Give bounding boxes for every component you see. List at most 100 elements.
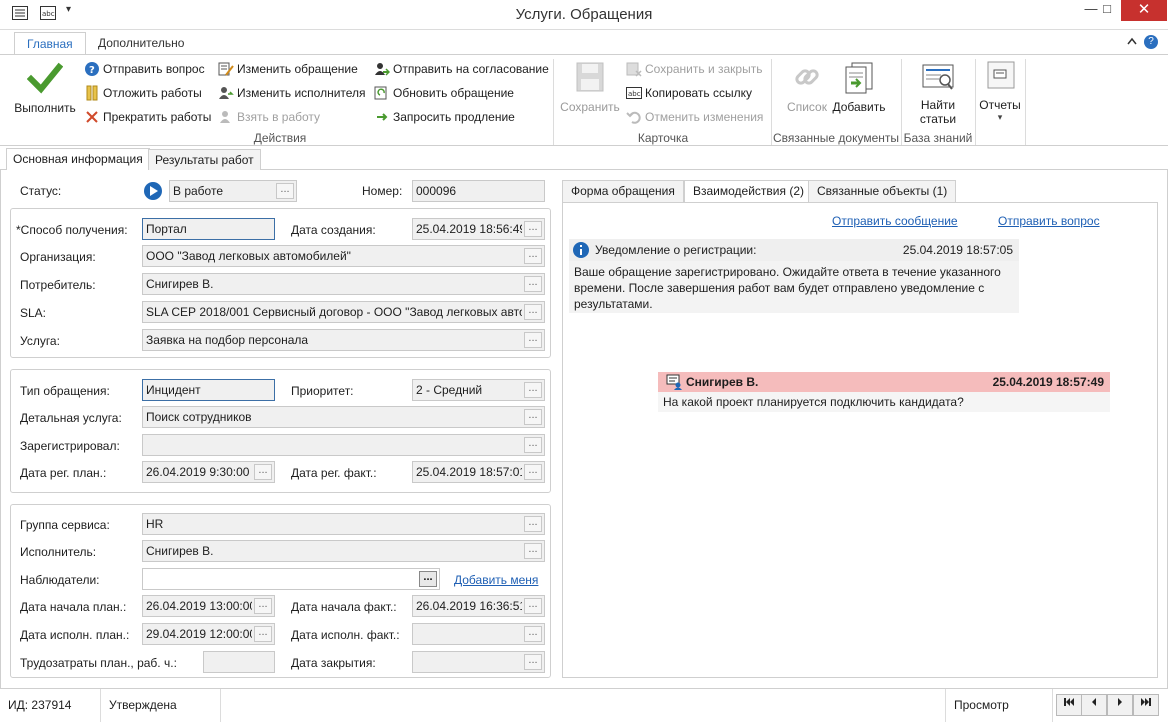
executor-select-button[interactable]: ... (524, 543, 542, 559)
consumer-field[interactable]: Снигирев В. ... (142, 273, 545, 295)
detail-service-select-button[interactable]: ... (524, 409, 542, 425)
exec-plan-field[interactable]: 29.04.2019 12:00:00 ... (142, 623, 275, 645)
send-approval-button[interactable]: Отправить на согласование (374, 59, 549, 79)
send-question-link[interactable]: Отправить вопрос (998, 214, 1100, 228)
created-label: Дата создания: (291, 223, 376, 237)
service-select-button[interactable]: ... (524, 332, 542, 348)
priority-select-button[interactable]: ... (524, 382, 542, 398)
first-record-button[interactable] (1056, 694, 1082, 716)
number-field[interactable]: 000096 (412, 180, 545, 202)
message-time: 25.04.2019 18:57:49 (992, 375, 1104, 389)
close-date-field[interactable]: ... (412, 651, 545, 673)
linked-docs-group-label: Связанные документы (772, 131, 900, 145)
help-icon[interactable]: ? (1144, 35, 1158, 49)
tab-request-form[interactable]: Форма обращения (562, 180, 684, 202)
undo-changes-button[interactable]: Отменить изменения (626, 107, 763, 127)
consumer-select-button[interactable]: ... (524, 276, 542, 292)
info-icon (573, 242, 589, 261)
last-record-button[interactable] (1133, 694, 1159, 716)
registered-field[interactable]: ... (142, 434, 545, 456)
service-group-field[interactable]: HR ... (142, 513, 545, 535)
ribbon-collapse-icon[interactable] (1126, 35, 1138, 49)
reg-plan-picker-button[interactable]: ... (254, 464, 272, 480)
postpone-button[interactable]: Отложить работы (84, 83, 202, 103)
tab-main-info[interactable]: Основная информация (6, 148, 150, 172)
ribbon-tab-main[interactable]: Главная (14, 32, 86, 55)
status-select-button[interactable]: ... (276, 183, 294, 199)
receive-method-field[interactable]: Портал (142, 218, 275, 240)
detail-service-label: Детальная услуга: (20, 411, 122, 425)
title-bar: abc ▾ Услуги. Обращения — □ ✕ (0, 0, 1168, 30)
org-select-button[interactable]: ... (524, 248, 542, 264)
ribbon-tab-additional[interactable]: Дополнительно (86, 32, 196, 55)
save-close-button[interactable]: Сохранить и закрыть (626, 59, 762, 79)
priority-field[interactable]: 2 - Средний ... (412, 379, 545, 401)
request-extension-button[interactable]: Запросить продление (374, 107, 515, 127)
exec-plan-picker-button[interactable]: ... (254, 626, 272, 642)
change-executor-button[interactable]: Изменить исполнителя (218, 83, 366, 103)
question-icon: ? (84, 61, 100, 77)
effort-field[interactable] (203, 651, 275, 673)
watchers-field[interactable]: ... (142, 568, 440, 590)
reg-fact-picker-button[interactable]: ... (524, 464, 542, 480)
start-fact-field[interactable]: 26.04.2019 16:36:51 ... (412, 595, 545, 617)
save-button[interactable]: Сохранить (558, 61, 622, 114)
service-group-select-button[interactable]: ... (524, 516, 542, 532)
created-picker-button[interactable]: ... (524, 221, 542, 237)
message-body: Ваше обращение зарегистрировано. Ожидайт… (569, 261, 1019, 313)
refresh-request-button[interactable]: Обновить обращение (374, 83, 514, 103)
watchers-select-button[interactable]: ... (419, 571, 437, 587)
tab-interactions[interactable]: Взаимодействия (2) (684, 180, 813, 203)
execute-label: Выполнить (14, 101, 76, 115)
send-question-button[interactable]: ? Отправить вопрос (84, 59, 205, 79)
created-field[interactable]: 25.04.2019 18:56:49 ... (412, 218, 545, 240)
org-field[interactable]: ООО "Завод легковых автомобилей" ... (142, 245, 545, 267)
detail-service-field[interactable]: Поиск сотрудников ... (142, 406, 545, 428)
receive-method-label: *Способ получения: (16, 223, 128, 237)
reg-plan-field[interactable]: 26.04.2019 9:30:00 ... (142, 461, 275, 483)
message-header: Снигирев В. 25.04.2019 18:57:49 (658, 372, 1110, 392)
ribbon-tab-bar: Главная Дополнительно ? (0, 30, 1168, 55)
cross-icon (84, 109, 100, 125)
registered-select-button[interactable]: ... (524, 437, 542, 453)
edit-request-button[interactable]: Изменить обращение (218, 59, 358, 79)
close-button[interactable]: ✕ (1121, 0, 1167, 21)
arrow-right-icon (374, 109, 390, 125)
find-articles-button[interactable]: Найти статьи (904, 61, 972, 126)
save-close-icon (626, 61, 642, 77)
watchers-label: Наблюдатели: (20, 573, 100, 587)
tab-related-objects[interactable]: Связанные объекты (1) (808, 180, 957, 202)
reg-fact-field[interactable]: 25.04.2019 18:57:01 ... (412, 461, 545, 483)
next-record-button[interactable] (1107, 694, 1133, 716)
reports-button[interactable]: Отчеты ▾ (976, 59, 1024, 123)
service-field[interactable]: Заявка на подбор персонала ... (142, 329, 545, 351)
user-arrow-icon (374, 61, 391, 77)
refresh-document-icon (374, 85, 390, 101)
execute-button[interactable]: Выполнить (10, 61, 80, 115)
stop-work-button[interactable]: Прекратить работы (84, 107, 211, 127)
add-me-link[interactable]: Добавить меня (454, 573, 538, 587)
user-swap-icon (218, 85, 234, 101)
status-field[interactable]: В работе ... (169, 180, 297, 202)
executor-field[interactable]: Снигирев В. ... (142, 540, 545, 562)
sla-select-button[interactable]: ... (524, 304, 542, 320)
take-to-work-button[interactable]: Взять в работу (218, 107, 320, 127)
type-field[interactable]: Инцидент (142, 379, 275, 401)
copy-link-button[interactable]: abc Копировать ссылку (626, 83, 752, 103)
start-plan-picker-button[interactable]: ... (254, 598, 272, 614)
tab-work-results[interactable]: Результаты работ (148, 149, 261, 171)
prev-record-button[interactable] (1081, 694, 1107, 716)
list-button[interactable]: Список (780, 61, 834, 114)
close-date-picker-button[interactable]: ... (524, 654, 542, 670)
status-play-icon[interactable] (143, 181, 163, 204)
start-fact-picker-button[interactable]: ... (524, 598, 542, 614)
start-plan-field[interactable]: 26.04.2019 13:00:00 ... (142, 595, 275, 617)
sla-field[interactable]: SLA СЕР 2018/001 Сервисный договор - ООО… (142, 301, 545, 323)
priority-label: Приоритет: (291, 384, 354, 398)
exec-fact-picker-button[interactable]: ... (524, 626, 542, 642)
exec-fact-field[interactable]: ... (412, 623, 545, 645)
reports-dropdown-icon: ▾ (997, 112, 1003, 122)
send-message-link[interactable]: Отправить сообщение (832, 214, 958, 228)
add-linked-doc-button[interactable]: Добавить (830, 61, 888, 114)
maximize-button[interactable]: □ (1094, 0, 1120, 20)
